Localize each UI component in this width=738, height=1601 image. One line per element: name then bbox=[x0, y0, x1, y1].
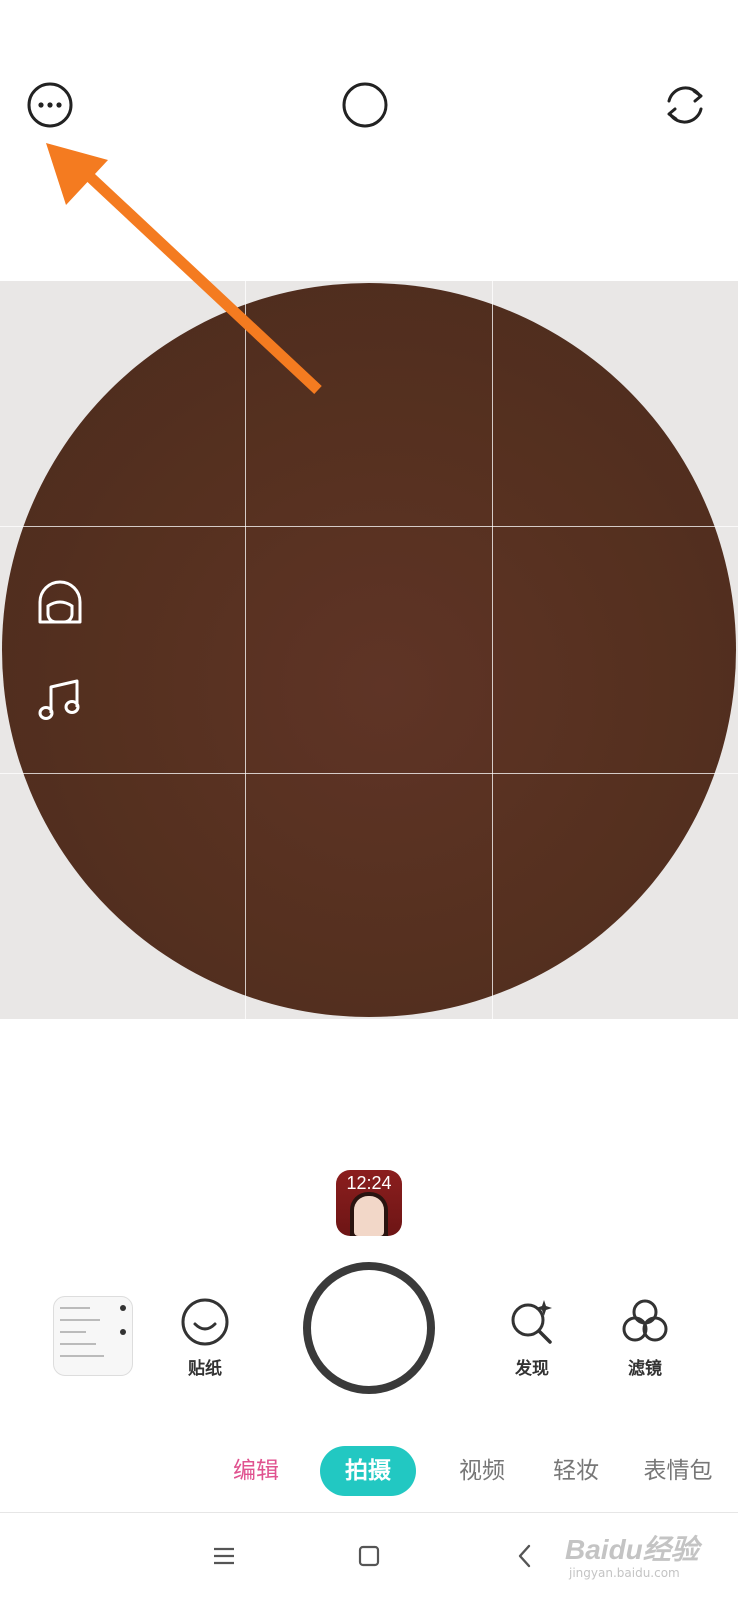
music-note-icon bbox=[38, 679, 80, 720]
beauty-face-button[interactable] bbox=[32, 575, 88, 631]
smiley-icon bbox=[181, 1298, 229, 1346]
filter-circles-icon bbox=[622, 1299, 668, 1342]
sticker-label: 贴纸 bbox=[188, 1359, 222, 1379]
gallery-preview-line bbox=[60, 1331, 86, 1333]
back-button[interactable] bbox=[501, 1532, 549, 1580]
frame-shape-button[interactable] bbox=[337, 77, 393, 133]
more-horizontal-icon bbox=[27, 82, 73, 128]
gallery-preview-dot bbox=[120, 1329, 126, 1335]
tab-shoot[interactable]: 拍摄 bbox=[320, 1446, 416, 1496]
grid-line bbox=[0, 526, 738, 527]
music-button[interactable] bbox=[32, 672, 88, 728]
watermark-sub-text: jingyan.baidu.com bbox=[569, 1566, 680, 1580]
grid-line bbox=[245, 281, 246, 1019]
recent-apps-button[interactable] bbox=[200, 1532, 248, 1580]
discover-label: 发现 bbox=[515, 1359, 549, 1379]
tab-edit[interactable]: 编辑 bbox=[222, 1446, 290, 1496]
gallery-preview-line bbox=[60, 1343, 96, 1345]
filter-button[interactable]: 滤镜 bbox=[595, 1296, 695, 1379]
search-sparkle-icon bbox=[511, 1300, 552, 1344]
more-options-button[interactable] bbox=[22, 77, 78, 133]
gallery-preview-line bbox=[60, 1355, 104, 1357]
menu-lines-icon bbox=[214, 1547, 234, 1565]
baidu-watermark: Baidu经验 jingyan.baidu.com bbox=[565, 1528, 725, 1588]
tab-emoji[interactable]: 表情包 bbox=[638, 1446, 718, 1496]
face-shape-icon bbox=[38, 580, 82, 624]
switch-camera-icon bbox=[667, 86, 703, 124]
square-home-icon bbox=[358, 1545, 380, 1567]
chevron-left-icon bbox=[518, 1544, 531, 1568]
thumbnail-time: 12:24 bbox=[346, 1173, 392, 1193]
gallery-preview-line bbox=[60, 1307, 90, 1309]
gallery-preview-line bbox=[60, 1319, 100, 1321]
shutter-button[interactable] bbox=[303, 1262, 435, 1394]
tab-video[interactable]: 视频 bbox=[450, 1446, 514, 1496]
switch-camera-button[interactable] bbox=[657, 77, 713, 133]
watermark-main-text: Baidu经验 bbox=[565, 1534, 699, 1565]
grid-line bbox=[0, 773, 738, 774]
gallery-preview-dot bbox=[120, 1305, 126, 1311]
camera-viewfinder[interactable] bbox=[0, 281, 738, 1019]
sticker-button[interactable]: 贴纸 bbox=[155, 1296, 255, 1379]
circular-lens-preview bbox=[2, 283, 736, 1017]
filter-label: 滤镜 bbox=[628, 1359, 662, 1379]
recent-photo-thumbnail[interactable]: 12:24 bbox=[336, 1170, 402, 1236]
gallery-button[interactable] bbox=[53, 1296, 133, 1376]
home-button[interactable] bbox=[345, 1532, 393, 1580]
tab-light-makeup[interactable]: 轻妆 bbox=[544, 1446, 608, 1496]
discover-button[interactable]: 发现 bbox=[482, 1296, 582, 1379]
circle-mode-icon bbox=[342, 82, 388, 128]
thumbnail-face bbox=[354, 1196, 384, 1236]
grid-line bbox=[492, 281, 493, 1019]
